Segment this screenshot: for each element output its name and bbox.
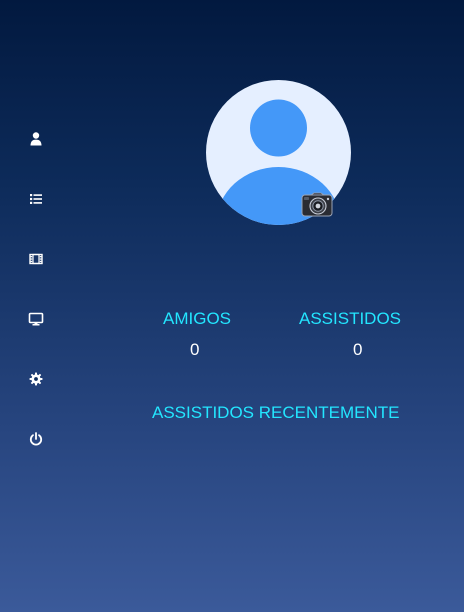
sidebar (0, 0, 72, 612)
sidebar-item-settings[interactable] (28, 371, 44, 387)
power-icon (29, 432, 43, 446)
list-icon (30, 194, 42, 204)
camera-icon (301, 192, 333, 217)
sidebar-item-tv[interactable] (28, 311, 44, 327)
gear-icon (29, 372, 43, 386)
sidebar-item-profile[interactable] (28, 131, 44, 147)
watched-label: ASSISTIDOS (299, 309, 402, 328)
friends-label: AMIGOS (163, 309, 232, 328)
monitor-icon (28, 312, 44, 326)
recently-watched-title: ASSISTIDOS RECENTEMENTE (152, 403, 400, 422)
watched-count: 0 (353, 340, 363, 359)
sidebar-item-list[interactable] (28, 191, 44, 207)
change-photo-button[interactable] (301, 192, 333, 218)
sidebar-item-logout[interactable] (28, 431, 44, 447)
user-icon (30, 132, 42, 146)
film-icon (29, 253, 43, 265)
sidebar-item-movies[interactable] (28, 251, 44, 267)
friends-count: 0 (190, 340, 200, 359)
